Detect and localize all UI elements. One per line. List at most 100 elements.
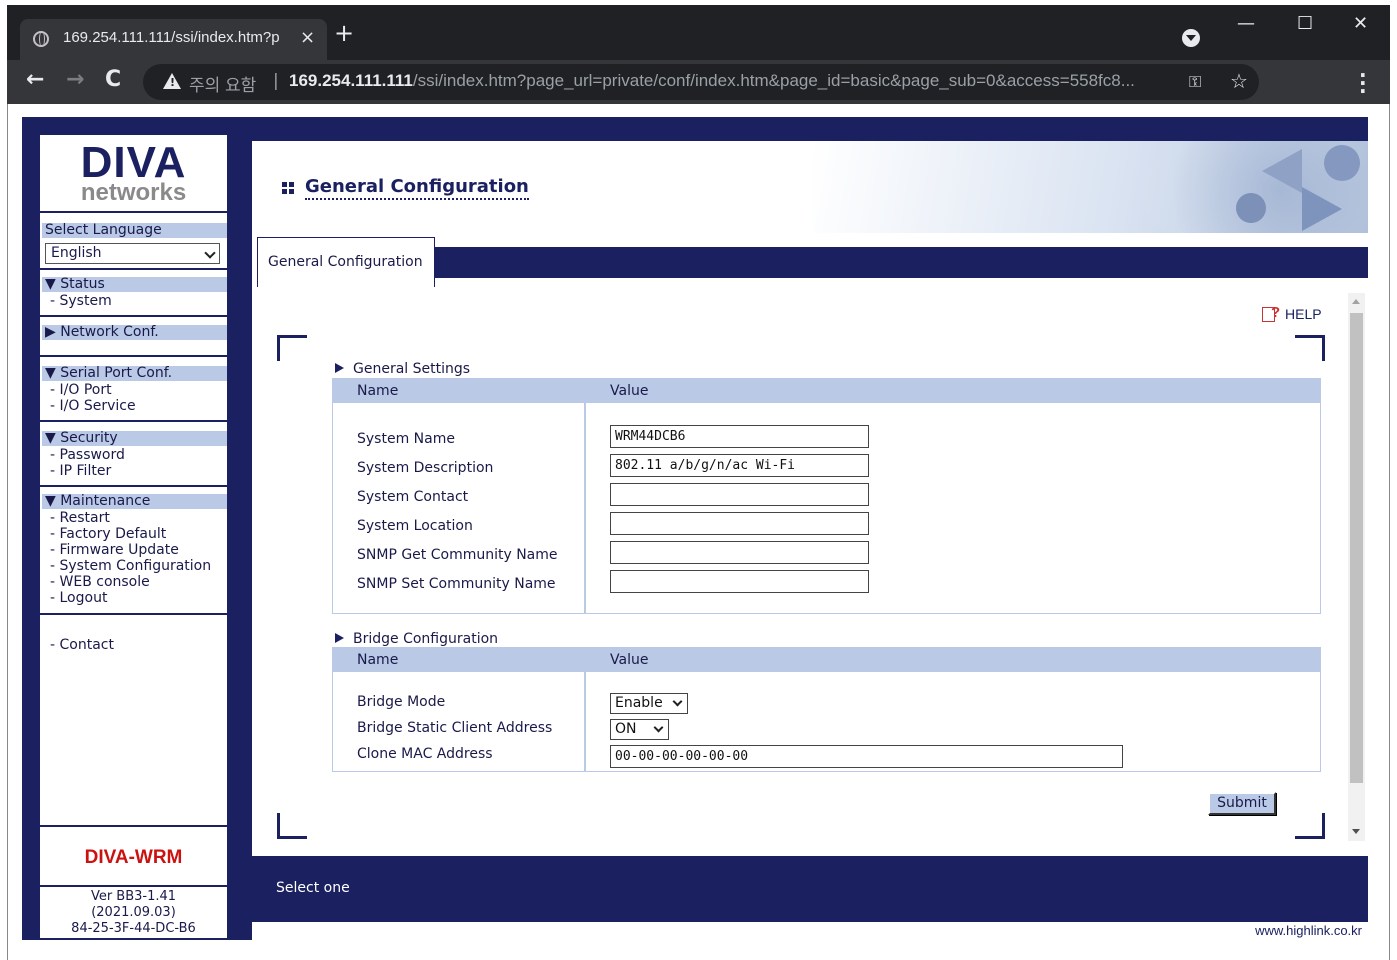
sidebar-item-factory-default[interactable]: - Factory Default — [50, 526, 166, 542]
column-divider — [584, 648, 586, 771]
banner-graphic — [1262, 149, 1302, 193]
globe-icon — [33, 31, 49, 47]
tab-underline — [435, 277, 1368, 278]
system-location-input[interactable] — [610, 512, 869, 535]
firmware-date: (2021.09.03) — [91, 905, 176, 920]
address-bar[interactable]: 주의 요함 | 169.254.111.111/ssi/index.htm?pa… — [143, 64, 1259, 100]
bridge-configuration-table: Name Value Bridge Mode Enable Bridge Sta… — [332, 647, 1321, 772]
key-icon[interactable]: ⚿ — [1189, 72, 1201, 92]
sidebar-item-system[interactable]: - System — [50, 293, 112, 309]
url-host: 169.254.111.111 — [289, 71, 413, 90]
table-header: Name Value — [333, 379, 1320, 403]
snmp-get-community-input[interactable] — [610, 541, 869, 564]
browser-toolbar: ← → C 주의 요함 | 169.254.111.111/ssi/index.… — [7, 60, 1390, 104]
clone-mac-label: Clone MAC Address — [357, 746, 493, 762]
scroll-up-icon[interactable] — [1352, 299, 1360, 304]
scrollbar-thumb[interactable] — [1350, 313, 1363, 783]
banner-graphic — [1236, 193, 1266, 223]
sidebar-section-status[interactable]: ▼ Status — [42, 277, 227, 292]
divider — [40, 885, 227, 887]
close-icon[interactable]: ✕ — [1353, 13, 1368, 34]
sidebar-item-web-console[interactable]: - WEB console — [50, 574, 150, 590]
tab-title: 169.254.111.111/ssi/index.htm?p — [63, 29, 280, 46]
system-name-label: System Name — [357, 431, 455, 447]
divider — [40, 211, 227, 213]
grid-icon — [282, 182, 294, 194]
language-select[interactable]: English — [45, 243, 220, 264]
bridge-mode-value: Enable — [615, 695, 663, 711]
help-link[interactable]: HELP — [1262, 304, 1322, 322]
menu-icon[interactable]: · · · — [1359, 65, 1367, 101]
column-divider — [584, 379, 586, 613]
divider — [40, 485, 227, 487]
profile-download-icon[interactable] — [1182, 29, 1200, 47]
column-header-value: Value — [610, 383, 649, 399]
frame-corner — [1295, 813, 1325, 839]
sidebar-item-firmware-update[interactable]: - Firmware Update — [50, 542, 179, 558]
sidebar-item-password[interactable]: - Password — [50, 447, 125, 463]
scroll-down-icon[interactable] — [1352, 829, 1360, 834]
tab-close-icon[interactable]: × — [300, 27, 315, 48]
submit-button[interactable]: Submit — [1208, 792, 1276, 815]
chevron-down-icon — [204, 247, 216, 259]
bridge-mode-select[interactable]: Enable — [610, 693, 688, 714]
sidebar: DIVA networks Select Language English ▼ … — [40, 135, 227, 938]
sidebar-section-network-conf[interactable]: ▶ Network Conf. — [42, 325, 227, 340]
section-title-text: General Settings — [353, 361, 471, 377]
system-contact-label: System Contact — [357, 489, 469, 505]
url-text[interactable]: 169.254.111.111/ssi/index.htm?page_url=p… — [289, 71, 1179, 91]
frame-corner — [1295, 335, 1325, 361]
sidebar-item-io-port[interactable]: - I/O Port — [50, 382, 112, 398]
reload-icon[interactable]: C — [105, 67, 121, 92]
banner-graphic — [1324, 145, 1360, 181]
column-header-name: Name — [357, 383, 399, 399]
minimize-icon[interactable]: — — [1237, 13, 1255, 34]
system-name-input[interactable]: WRM44DCB6 — [610, 425, 869, 448]
chevron-down-icon — [653, 722, 664, 733]
forward-icon[interactable]: → — [66, 67, 84, 92]
maximize-icon[interactable]: ☐ — [1297, 13, 1313, 34]
divider — [40, 825, 227, 827]
banner-graphic — [1302, 187, 1342, 231]
tab-general-configuration[interactable]: General Configuration — [257, 237, 435, 287]
system-contact-input[interactable] — [610, 483, 869, 506]
version-info: Ver BB3-1.41 (2021.09.03) 84-25-3F-44-DC… — [40, 889, 227, 937]
security-label[interactable]: 주의 요함 — [189, 71, 256, 96]
column-header-value: Value — [610, 652, 649, 668]
divider — [40, 355, 227, 357]
app-top-bar — [22, 117, 1368, 128]
sidebar-item-contact[interactable]: - Contact — [50, 637, 114, 653]
sidebar-section-serial-port-conf[interactable]: ▼ Serial Port Conf. — [42, 366, 227, 381]
help-label: HELP — [1285, 306, 1322, 322]
sidebar-item-system-configuration[interactable]: - System Configuration — [50, 558, 211, 574]
bridge-mode-label: Bridge Mode — [357, 694, 446, 710]
mac-address: 84-25-3F-44-DC-B6 — [71, 921, 196, 936]
tab-label: General Configuration — [268, 254, 423, 270]
url-separator: | — [273, 71, 279, 91]
footer-link[interactable]: www.highlink.co.kr — [1255, 923, 1362, 938]
sidebar-section-security[interactable]: ▼ Security — [42, 431, 227, 446]
system-description-input[interactable]: 802.11 a/b/g/n/ac Wi-Fi — [610, 454, 869, 477]
general-settings-title: General Settings — [335, 361, 470, 377]
language-value: English — [51, 245, 102, 261]
chevron-down-icon — [672, 696, 683, 707]
bridge-static-client-select[interactable]: ON — [610, 719, 669, 740]
back-icon[interactable]: ← — [26, 67, 44, 92]
status-text: Select one — [276, 880, 350, 896]
sidebar-item-ip-filter[interactable]: - IP Filter — [50, 463, 111, 479]
star-icon[interactable]: ☆ — [1230, 69, 1248, 93]
general-settings-table: Name Value System Name WRM44DCB6 System … — [332, 378, 1321, 614]
clone-mac-input[interactable]: 00-00-00-00-00-00 — [610, 745, 1123, 768]
new-tab-button[interactable]: + — [334, 21, 354, 45]
divider — [40, 315, 227, 317]
browser-window-frame: 169.254.111.111/ssi/index.htm?p × + — ☐ … — [7, 5, 1390, 104]
sidebar-item-restart[interactable]: - Restart — [50, 510, 110, 526]
divider — [40, 420, 227, 422]
browser-tab[interactable]: 169.254.111.111/ssi/index.htm?p × — [20, 19, 327, 60]
snmp-set-community-input[interactable] — [610, 570, 869, 593]
sidebar-section-maintenance[interactable]: ▼ Maintenance — [42, 494, 227, 509]
sidebar-item-io-service[interactable]: - I/O Service — [50, 398, 136, 414]
divider — [40, 268, 227, 270]
url-path: /ssi/index.htm?page_url=private/conf/ind… — [412, 71, 1135, 90]
sidebar-item-logout[interactable]: - Logout — [50, 590, 107, 606]
